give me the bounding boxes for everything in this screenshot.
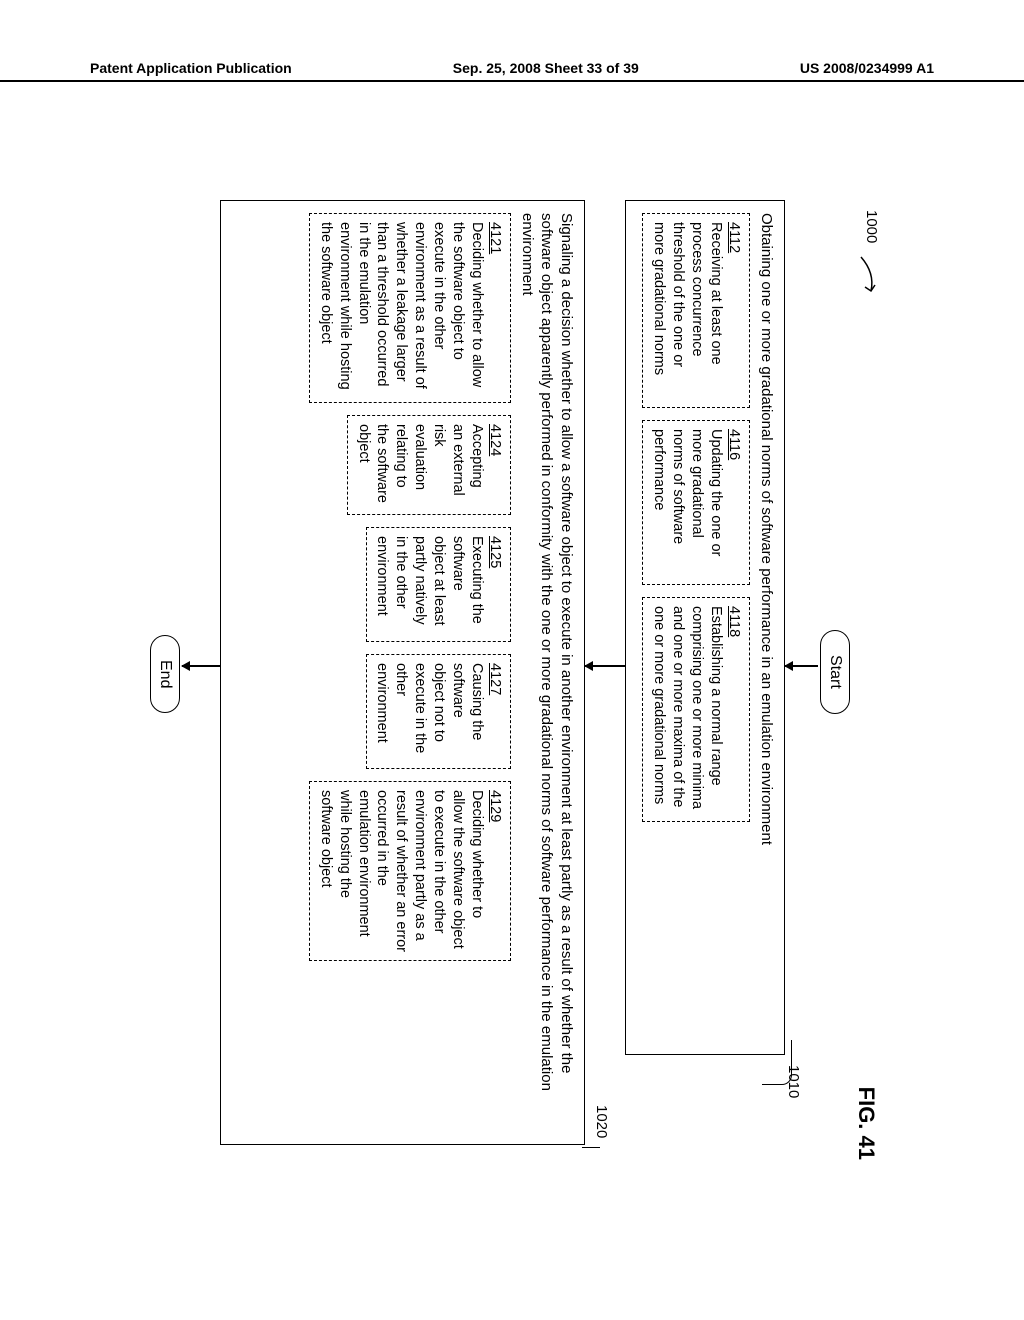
substep-text: Deciding whether to allow the software o… [318,222,485,390]
connector-arrow-icon [182,665,220,667]
substep-num: 4112 [727,222,743,253]
flowchart-diagram: 1000 FIG. 41 Start 1010 Obtaining one or… [15,305,1015,1035]
substep-text: Accepting an external risk evaluation re… [356,424,485,503]
step-box-1020: Signaling a decision whether to allow a … [220,200,585,1145]
substep-num: 4124 [488,424,504,456]
substep-text: Executing the software object at least p… [374,536,484,625]
header-right: US 2008/0234999 A1 [800,60,934,76]
substep-text: Causing the software object not to execu… [374,663,484,753]
step-1020-title: Signaling a decision whether to allow a … [518,213,577,1132]
reference-numeral-1020: 1020 [591,1105,610,1138]
substep-num: 4127 [488,663,504,695]
step-1010-title: Obtaining one or more gradational norms … [757,213,777,1042]
page-header: Patent Application Publication Sep. 25, … [0,60,1024,82]
substep-num: 4125 [488,536,504,568]
substep-text: Deciding whether to allow the software o… [318,790,485,952]
substep-text: Establishing a normal range comprising o… [651,606,724,809]
reference-numeral-1000: 1000 [861,210,880,243]
connector-arrow-icon [585,665,625,667]
reference-arrow-icon [857,255,877,295]
substep-num: 4129 [488,790,504,822]
figure-label: FIG. 41 [853,1087,881,1160]
substep-4125: 4125 Executing the software object at le… [366,527,512,642]
start-terminal: Start [820,630,850,714]
substep-4124: 4124 Accepting an external risk evaluati… [347,415,512,515]
substep-text: Updating the one or more gradational nor… [651,429,724,556]
connector-arrow-icon [785,665,818,667]
substep-4118: 4118 Establishing a normal range compris… [642,597,750,822]
substep-4129: 4129 Deciding whether to allow the softw… [309,781,511,961]
substep-num: 4118 [727,606,743,637]
header-left: Patent Application Publication [90,60,292,76]
header-center: Sep. 25, 2008 Sheet 33 of 39 [453,60,639,76]
reference-numeral-1010: 1010 [783,1065,802,1098]
substep-num: 4121 [488,222,504,254]
substep-4112: 4112 Receiving at least one process conc… [642,213,750,408]
substep-4116: 4116 Updating the one or more gradationa… [642,420,750,585]
substep-4127: 4127 Causing the software object not to … [366,654,512,769]
end-terminal: End [150,635,180,713]
substep-num: 4116 [727,429,743,460]
substep-4121: 4121 Deciding whether to allow the softw… [309,213,511,403]
step-box-1010: Obtaining one or more gradational norms … [625,200,785,1055]
start-label: Start [827,655,844,689]
substep-text: Receiving at least one process concurren… [651,222,724,375]
end-label: End [157,660,174,688]
